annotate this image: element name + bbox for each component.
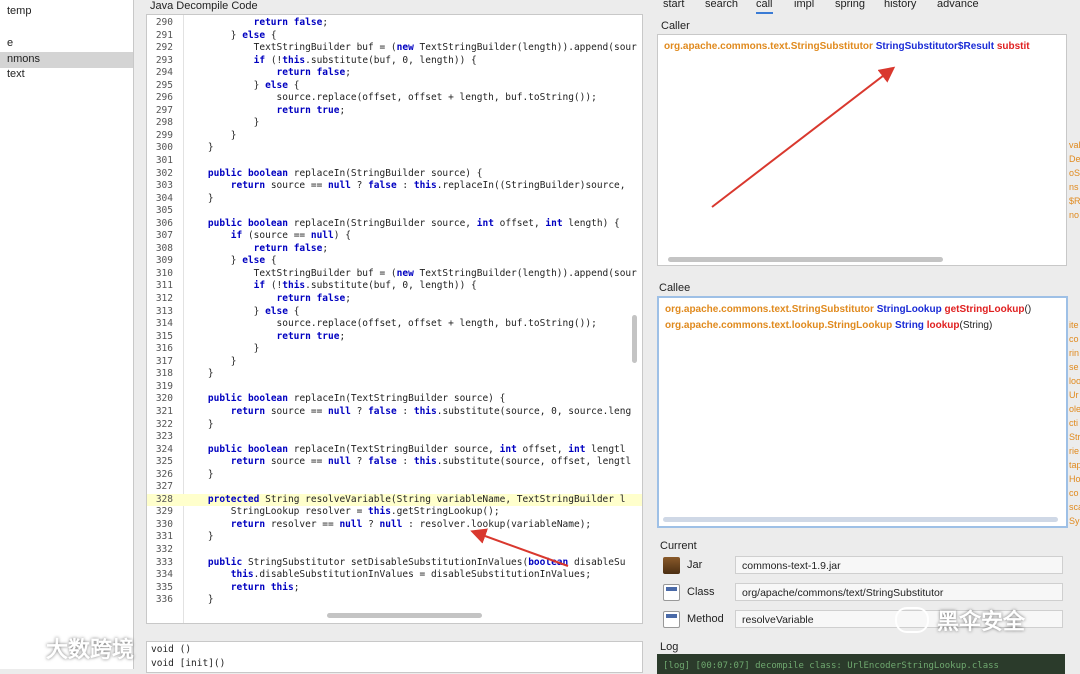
wechat-icon	[895, 607, 929, 633]
arrow-to-lookup	[470, 528, 569, 567]
watermark-logo-icon	[10, 635, 40, 661]
arrow-to-caller	[711, 66, 896, 208]
annotation-arrows	[470, 66, 896, 567]
watermark-left: 大数跨境	[10, 632, 134, 664]
watermark-right: 黑伞安全	[895, 604, 1025, 636]
